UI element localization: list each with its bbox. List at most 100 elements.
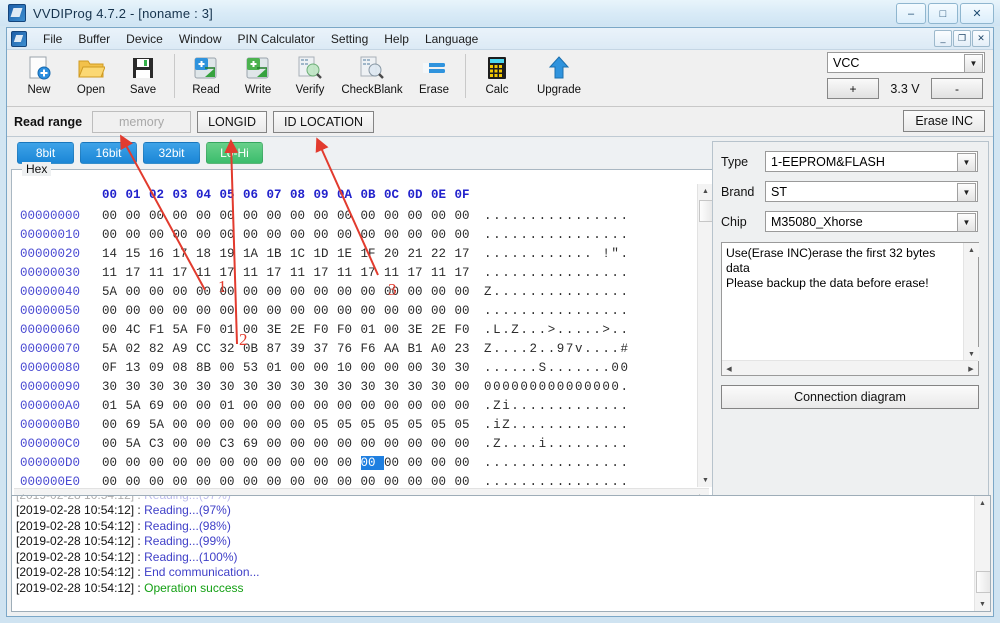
write-button[interactable]: Write — [232, 50, 284, 104]
hex-byte-cell[interactable]: AA — [384, 342, 408, 356]
hex-byte-cell[interactable]: 00 — [196, 475, 220, 489]
hex-byte-cell[interactable]: 8B — [196, 361, 220, 375]
hex-byte-cell[interactable]: 05 — [408, 418, 432, 432]
hex-byte-cell[interactable]: 21 — [408, 247, 432, 261]
hex-byte-cell[interactable]: 00 — [267, 285, 291, 299]
hex-byte-cell[interactable]: 00 — [431, 304, 455, 318]
hex-row[interactable]: 00000060 00 4C F1 5A F0 01 00 3E 2E F0 F0 01 00 3E 2E F0… — [14, 320, 711, 339]
hex-byte-cell[interactable]: 00 — [314, 399, 338, 413]
info-vertical-scrollbar[interactable]: ▲ ▼ — [963, 243, 979, 361]
hex-byte-cell[interactable]: 00 — [408, 456, 432, 470]
scroll-right-icon[interactable]: ▶ — [964, 361, 978, 376]
mdi-close-button[interactable]: ✕ — [972, 30, 990, 47]
hex-byte-cell[interactable]: 3E — [408, 323, 432, 337]
hex-byte-cell[interactable]: 01 — [102, 399, 126, 413]
hex-byte-cell[interactable]: 00 — [455, 285, 479, 299]
hex-byte-cell[interactable]: 05 — [455, 418, 479, 432]
hex-byte-cell[interactable]: 69 — [149, 399, 173, 413]
hex-byte-cell[interactable]: 00 — [361, 399, 385, 413]
vcc-select[interactable]: VCC ▼ — [827, 52, 985, 73]
hex-byte-cell[interactable]: 00 — [243, 304, 267, 318]
hex-byte-cell[interactable]: 17 — [126, 266, 150, 280]
hex-row[interactable]: 000000B0 00 69 5A 00 00 00 00 00 00 05 05 05 05 05 05 05… — [14, 415, 711, 434]
hex-byte-cell[interactable]: 01 — [361, 323, 385, 337]
hex-byte-cell[interactable]: 00 — [408, 285, 432, 299]
erase-inc-button[interactable]: Erase INC — [903, 110, 985, 132]
hex-byte-cell[interactable]: 00 — [149, 304, 173, 318]
hex-byte-cell[interactable]: 5A — [126, 399, 150, 413]
hex-byte-cell[interactable]: 00 — [126, 456, 150, 470]
hex-byte-cell[interactable]: 13 — [126, 361, 150, 375]
hex-byte-cell[interactable]: 20 — [384, 247, 408, 261]
hex-byte-cell[interactable]: 00 — [102, 418, 126, 432]
hex-byte-cell[interactable]: 11 — [243, 266, 267, 280]
upgrade-button[interactable]: Upgrade — [523, 50, 595, 104]
hex-byte-cell[interactable]: 17 — [455, 266, 479, 280]
chevron-down-icon[interactable]: ▼ — [964, 54, 983, 73]
hex-byte-cell[interactable]: 00 — [455, 475, 479, 489]
hex-byte-cell[interactable]: 30 — [126, 380, 150, 394]
hex-byte-cell[interactable]: 00 — [102, 437, 126, 451]
minimize-button[interactable]: – — [896, 3, 926, 24]
hex-byte-cell[interactable]: 1D — [314, 247, 338, 261]
hex-byte-cell[interactable]: F0 — [455, 323, 479, 337]
scroll-down-icon[interactable]: ▼ — [975, 597, 990, 611]
hex-row[interactable]: 00000090 30 30 30 30 30 30 30 30 30 30 30 30 30 30 30 00… — [14, 377, 711, 396]
hex-byte-cell[interactable]: 00 — [337, 304, 361, 318]
hex-byte-cell[interactable]: 00 — [408, 228, 432, 242]
hex-byte-cell[interactable]: 30 — [220, 380, 244, 394]
hex-byte-cell[interactable]: 5A — [149, 418, 173, 432]
verify-button[interactable]: Verify — [284, 50, 336, 104]
save-button[interactable]: Save — [117, 50, 169, 104]
hex-byte-cell[interactable]: 00 — [455, 456, 479, 470]
hex-byte-cell[interactable]: 00 — [361, 209, 385, 223]
hex-byte-cell[interactable]: 11 — [290, 266, 314, 280]
hex-byte-cell[interactable]: 05 — [431, 418, 455, 432]
hex-byte-cell[interactable]: F6 — [361, 342, 385, 356]
hex-row[interactable]: 00000000 00 00 00 00 00 00 00 00 00 00 00 00 00 00 00 00… — [14, 206, 711, 225]
hex-byte-cell[interactable]: 05 — [384, 418, 408, 432]
hex-byte-cell[interactable]: 1C — [290, 247, 314, 261]
hex-byte-cell[interactable]: 00 — [149, 209, 173, 223]
hex-byte-cell[interactable]: 1E — [337, 247, 361, 261]
hex-byte-cell[interactable]: 69 — [243, 437, 267, 451]
calc-button[interactable]: Calc — [471, 50, 523, 104]
log-panel[interactable]: [2019-02-28 10:54:12] : Reading...(97%)[… — [11, 495, 991, 612]
hex-byte-cell[interactable]: 00 — [290, 456, 314, 470]
hex-byte-cell[interactable]: 00 — [267, 456, 291, 470]
hex-byte-cell[interactable]: 00 — [384, 323, 408, 337]
hex-byte-cell[interactable]: 00 — [126, 209, 150, 223]
hex-byte-cell[interactable]: 00 — [314, 209, 338, 223]
lo-hi-button[interactable]: Lo-Hi — [206, 142, 263, 164]
mdi-restore-button[interactable]: ❐ — [953, 30, 971, 47]
hex-byte-cell[interactable]: 30 — [431, 361, 455, 375]
hex-byte-cell[interactable]: 30 — [102, 380, 126, 394]
hex-byte-cell[interactable]: 00 — [384, 304, 408, 318]
hex-byte-cell[interactable]: 00 — [361, 475, 385, 489]
hex-byte-cell[interactable]: 00 — [173, 475, 197, 489]
scroll-down-icon[interactable]: ▼ — [698, 473, 713, 487]
hex-byte-cell[interactable]: 00 — [337, 475, 361, 489]
open-button[interactable]: Open — [65, 50, 117, 104]
hex-byte-cell[interactable]: 00 — [220, 361, 244, 375]
hex-byte-cell[interactable]: 05 — [337, 418, 361, 432]
hex-byte-cell[interactable]: 00 — [290, 399, 314, 413]
hex-byte-cell[interactable]: 00 — [173, 418, 197, 432]
hex-byte-cell[interactable]: 00 — [173, 209, 197, 223]
hex-byte-cell[interactable]: 00 — [408, 304, 432, 318]
hex-byte-cell[interactable]: 11 — [384, 266, 408, 280]
hex-byte-cell[interactable]: 00 — [267, 437, 291, 451]
hex-byte-cell[interactable]: 10 — [337, 361, 361, 375]
vcc-decrease-button[interactable]: - — [931, 78, 983, 99]
hex-byte-cell[interactable]: A9 — [173, 342, 197, 356]
hex-byte-cell[interactable]: C3 — [220, 437, 244, 451]
hex-byte-cell[interactable]: 00 — [220, 418, 244, 432]
hex-byte-cell[interactable]: 00 — [361, 361, 385, 375]
hex-byte-cell[interactable]: 17 — [267, 266, 291, 280]
hex-byte-cell[interactable]: 09 — [149, 361, 173, 375]
hex-byte-cell[interactable]: 00 — [337, 209, 361, 223]
hex-byte-cell[interactable]: 00 — [455, 437, 479, 451]
hex-byte-cell[interactable]: 00 — [196, 456, 220, 470]
hex-byte-cell[interactable]: 00 — [173, 456, 197, 470]
hex-byte-cell[interactable]: 2E — [290, 323, 314, 337]
